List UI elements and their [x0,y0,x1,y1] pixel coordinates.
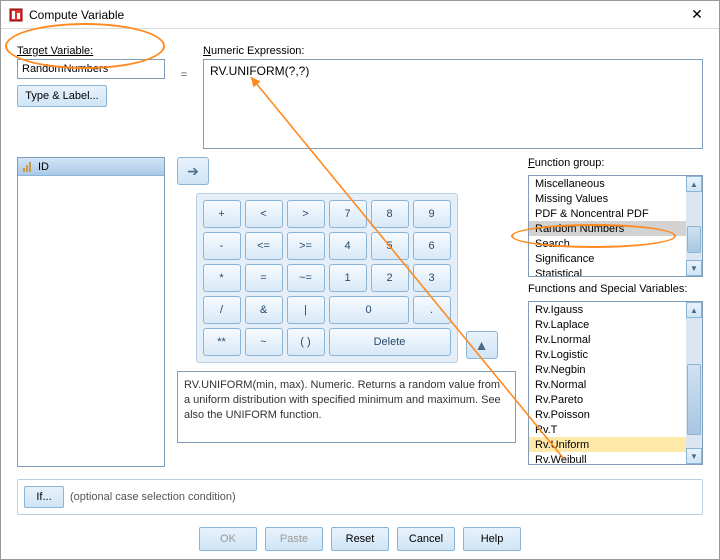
key-7[interactable]: 7 [329,200,367,228]
scroll-up-icon[interactable]: ▲ [686,176,702,192]
keypad: + < > 7 8 9 - <= >= 4 5 6 * = ~= [196,193,458,363]
ok-button[interactable]: OK [199,527,257,551]
key-divide[interactable]: / [203,296,241,324]
function-group-item[interactable]: Significance [529,251,686,266]
key-lt[interactable]: < [245,200,283,228]
if-button[interactable]: If... [24,486,64,508]
function-group-item[interactable]: PDF & Noncentral PDF [529,206,686,221]
numeric-expression-input[interactable]: RV.UNIFORM(?,?) [203,59,703,149]
scrollbar[interactable]: ▲ ▼ [686,176,702,276]
function-group-item[interactable]: Statistical [529,266,686,277]
key-gte[interactable]: >= [287,232,325,260]
function-item[interactable]: Rv.Laplace [529,317,686,332]
key-1[interactable]: 1 [329,264,367,292]
key-not[interactable]: ~ [245,328,283,356]
key-5[interactable]: 5 [371,232,409,260]
key-0[interactable]: 0 [329,296,409,324]
function-group-item[interactable]: Search [529,236,686,251]
key-dot[interactable]: . [413,296,451,324]
scrollbar[interactable]: ▲ ▼ [686,302,702,464]
key-lte[interactable]: <= [245,232,283,260]
reset-button[interactable]: Reset [331,527,389,551]
key-4[interactable]: 4 [329,232,367,260]
scroll-down-icon[interactable]: ▼ [686,260,702,276]
key-eq[interactable]: = [245,264,283,292]
key-gt[interactable]: > [287,200,325,228]
target-variable-label: Target Variable: [17,45,165,57]
function-item[interactable]: Rv.Poisson [529,407,686,422]
variable-list-item[interactable]: ID [18,158,164,176]
key-parens[interactable]: ( ) [287,328,325,356]
insert-function-button[interactable]: ▲ [466,331,498,359]
key-power[interactable]: ** [203,328,241,356]
paste-button[interactable]: Paste [265,527,323,551]
key-8[interactable]: 8 [371,200,409,228]
functions-list[interactable]: Rv.IgaussRv.LaplaceRv.LnormalRv.Logistic… [528,301,703,465]
function-item[interactable]: Rv.Uniform [529,437,686,452]
function-item[interactable]: Rv.Logistic [529,347,686,362]
function-item[interactable]: Rv.Igauss [529,302,686,317]
function-item[interactable]: Rv.Pareto [529,392,686,407]
dialog-button-row: OK Paste Reset Cancel Help [17,527,703,551]
key-9[interactable]: 9 [413,200,451,228]
function-description: RV.UNIFORM(min, max). Numeric. Returns a… [177,371,516,443]
function-item[interactable]: Rv.Normal [529,377,686,392]
function-item[interactable]: Rv.Negbin [529,362,686,377]
key-or[interactable]: | [287,296,325,324]
key-multiply[interactable]: * [203,264,241,292]
functions-label: Functions and Special Variables: [528,283,703,295]
help-button[interactable]: Help [463,527,521,551]
function-group-label: Function group: [528,157,703,169]
numeric-expression-label: Numeric Expression: [203,45,703,57]
case-selection-row: If... (optional case selection condition… [17,479,703,515]
titlebar: Compute Variable ✕ [1,1,719,29]
variable-name: ID [38,161,49,173]
function-item[interactable]: Rv.T [529,422,686,437]
close-button[interactable]: ✕ [683,5,711,25]
cancel-button[interactable]: Cancel [397,527,455,551]
compute-variable-dialog: Compute Variable ✕ Target Variable: Type… [0,0,720,560]
key-6[interactable]: 6 [413,232,451,260]
window-title: Compute Variable [29,8,683,22]
key-neq[interactable]: ~= [287,264,325,292]
function-group-item[interactable]: Random Numbers [529,221,686,236]
key-3[interactable]: 3 [413,264,451,292]
target-variable-input[interactable] [17,59,165,79]
type-and-label-button[interactable]: Type & Label... [17,85,107,107]
app-icon [9,8,23,22]
scale-variable-icon [22,161,34,173]
move-to-expression-button[interactable]: ➔ [177,157,209,185]
key-and[interactable]: & [245,296,283,324]
function-group-list[interactable]: MiscellaneousMissing ValuesPDF & Noncent… [528,175,703,277]
function-group-item[interactable]: Miscellaneous [529,176,686,191]
variable-list[interactable]: ID [17,157,165,467]
key-minus[interactable]: - [203,232,241,260]
if-hint-text: (optional case selection condition) [70,491,236,503]
key-delete[interactable]: Delete [329,328,451,356]
key-plus[interactable]: + [203,200,241,228]
scroll-down-icon[interactable]: ▼ [686,448,702,464]
key-2[interactable]: 2 [371,264,409,292]
function-item[interactable]: Rv.Weibull [529,452,686,465]
equals-sign: = [177,69,191,81]
scroll-up-icon[interactable]: ▲ [686,302,702,318]
function-group-item[interactable]: Missing Values [529,191,686,206]
function-item[interactable]: Rv.Lnormal [529,332,686,347]
